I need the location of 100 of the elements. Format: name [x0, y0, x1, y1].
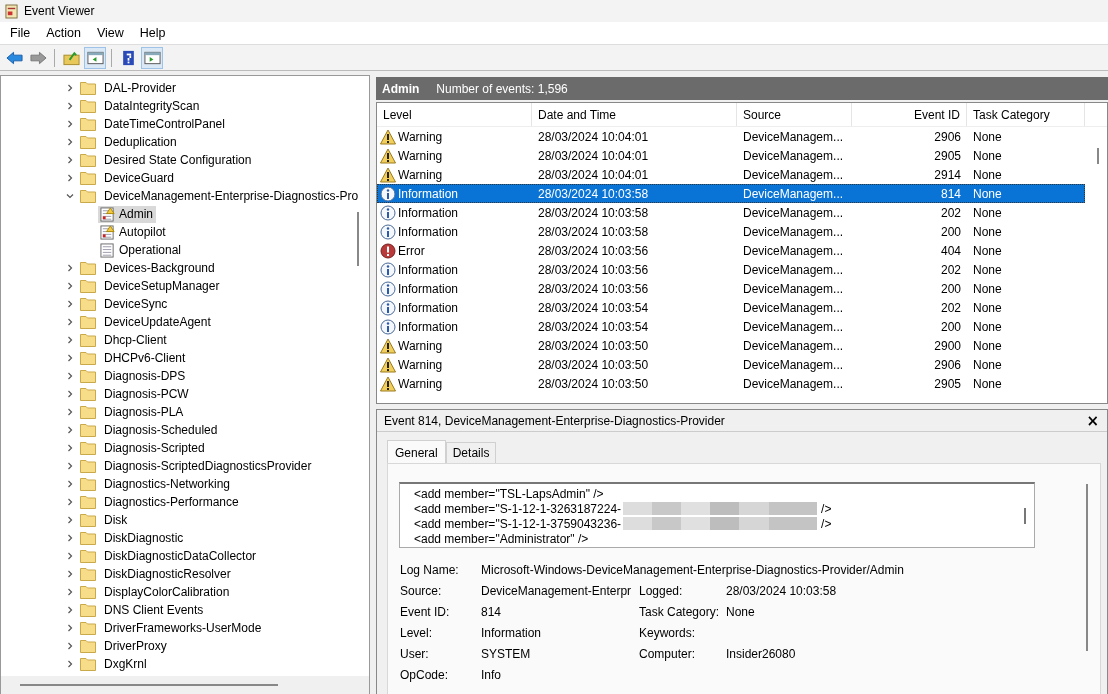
chevron-right-icon[interactable]	[66, 534, 74, 542]
tree-item[interactable]: DriverProxy	[1, 637, 369, 655]
chevron-right-icon[interactable]	[66, 390, 74, 398]
tree-item[interactable]: DiskDiagnosticResolver	[1, 565, 369, 583]
tree-item[interactable]: DataIntegrityScan	[1, 97, 369, 115]
chevron-right-icon[interactable]	[66, 138, 74, 146]
chevron-right-icon[interactable]	[66, 480, 74, 488]
tree-item[interactable]: DeviceManagement-Enterprise-Diagnostics-Pro	[1, 187, 369, 205]
event-row[interactable]: Information 28/03/2024 10:03:56 DeviceManagem... 202 None	[377, 260, 1085, 279]
chevron-right-icon[interactable]	[66, 408, 74, 416]
scrollbar-thumb[interactable]	[1024, 508, 1026, 524]
table-cell-text: 28/03/2024 10:03:56	[537, 281, 650, 296]
tree-item[interactable]: DriverFrameworks-UserMode	[1, 619, 369, 637]
column-header[interactable]: Level	[377, 103, 532, 126]
chevron-right-icon[interactable]	[66, 354, 74, 362]
chevron-right-icon[interactable]	[66, 624, 74, 632]
tree-item[interactable]: DiskDiagnostic	[1, 529, 369, 547]
chevron-right-icon[interactable]	[66, 606, 74, 614]
close-button[interactable]: ×	[1084, 411, 1101, 430]
warning-icon	[380, 166, 396, 183]
chevron-right-icon[interactable]	[66, 660, 74, 668]
tree-item[interactable]: Desired State Configuration	[1, 151, 369, 169]
tree-item[interactable]: DNS Client Events	[1, 601, 369, 619]
menu-item[interactable]: Help	[133, 26, 172, 40]
tree-item[interactable]: DeviceUpdateAgent	[1, 313, 369, 331]
event-row[interactable]: Error 28/03/2024 10:03:56 DeviceManagem... 404 None	[377, 241, 1085, 260]
tree-item[interactable]: Diagnosis-Scheduled	[1, 421, 369, 439]
menu-item[interactable]: Action	[40, 26, 87, 40]
chevron-right-icon[interactable]	[66, 462, 74, 470]
chevron-right-icon[interactable]	[66, 444, 74, 452]
column-header[interactable]: Source	[737, 103, 852, 126]
tree-item[interactable]: DeviceGuard	[1, 169, 369, 187]
chevron-right-icon[interactable]	[66, 318, 74, 326]
chevron-down-icon[interactable]	[66, 192, 74, 200]
scrollbar-thumb[interactable]	[1086, 484, 1088, 651]
event-row[interactable]: Warning 28/03/2024 10:03:50 DeviceManagem... 2906 None	[377, 355, 1085, 374]
scrollbar-track[interactable]	[1, 676, 369, 694]
tree-item[interactable]: DHCPv6-Client	[1, 349, 369, 367]
chevron-right-icon[interactable]	[66, 174, 74, 182]
event-row[interactable]: Information 28/03/2024 10:03:54 DeviceManagem... 202 None	[377, 298, 1085, 317]
event-row[interactable]: Information 28/03/2024 10:03:54 DeviceManagem... 200 None	[377, 317, 1085, 336]
tab[interactable]: Details	[445, 442, 497, 463]
event-row[interactable]: Warning 28/03/2024 10:04:01 DeviceManagem... 2914 None	[377, 165, 1085, 184]
tree-item[interactable]: Dhcp-Client	[1, 331, 369, 349]
xml-line: <add member="S-1-12-1-3759043236-	[414, 516, 622, 531]
chevron-right-icon[interactable]	[66, 102, 74, 110]
chevron-right-icon[interactable]	[66, 552, 74, 560]
tree-item[interactable]: DateTimeControlPanel	[1, 115, 369, 133]
scrollbar-thumb[interactable]	[1097, 148, 1099, 164]
column-header[interactable]: Date and Time	[532, 103, 737, 126]
tree-item[interactable]: Diagnosis-Scripted	[1, 439, 369, 457]
chevron-right-icon[interactable]	[66, 336, 74, 344]
tree-item[interactable]: Diagnosis-PLA	[1, 403, 369, 421]
event-row[interactable]: Warning 28/03/2024 10:03:50 DeviceManagem... 2900 None	[377, 336, 1085, 355]
menu-item[interactable]: View	[90, 26, 130, 40]
tree-item[interactable]: DxgKrnl	[1, 655, 369, 673]
tree-item[interactable]: Diagnostics-Performance	[1, 493, 369, 511]
chevron-right-icon[interactable]	[66, 84, 74, 92]
chevron-right-icon[interactable]	[66, 300, 74, 308]
chevron-right-icon[interactable]	[66, 426, 74, 434]
scrollbar-thumb[interactable]	[20, 684, 278, 686]
tree-item[interactable]: Operational	[1, 241, 369, 259]
chevron-right-icon[interactable]	[66, 372, 74, 380]
tree-item[interactable]: Disk	[1, 511, 369, 529]
event-row[interactable]: Warning 28/03/2024 10:04:01 DeviceManagem... 2906 None	[377, 127, 1085, 146]
chevron-right-icon[interactable]	[66, 282, 74, 290]
event-row[interactable]: Information 28/03/2024 10:03:58 DeviceManagem... 200 None	[377, 222, 1085, 241]
chevron-right-icon[interactable]	[66, 642, 74, 650]
tree-item[interactable]: DeviceSetupManager	[1, 277, 369, 295]
tree-item[interactable]: Diagnosis-PCW	[1, 385, 369, 403]
event-row[interactable]: Information 28/03/2024 10:03:56 DeviceManagem... 200 None	[377, 279, 1085, 298]
tree-item[interactable]: DAL-Provider	[1, 79, 369, 97]
chevron-right-icon[interactable]	[66, 120, 74, 128]
event-row[interactable]: Information 28/03/2024 10:03:58 DeviceManagem... 202 None	[377, 203, 1085, 222]
event-row[interactable]: Warning 28/03/2024 10:03:50 DeviceManagem... 2905 None	[377, 374, 1085, 393]
scrollbar-thumb[interactable]	[357, 212, 359, 266]
tree-item[interactable]: Diagnosis-DPS	[1, 367, 369, 385]
tree-item[interactable]: Diagnostics-Networking	[1, 475, 369, 493]
tree-item[interactable]: Diagnosis-ScriptedDiagnosticsProvider	[1, 457, 369, 475]
event-row[interactable]: Warning 28/03/2024 10:04:01 DeviceManagem... 2905 None	[377, 146, 1085, 165]
column-header[interactable]: Task Category	[967, 103, 1085, 126]
pane-toggle-button[interactable]	[141, 46, 163, 69]
menu-item[interactable]: File	[4, 26, 37, 40]
chevron-right-icon[interactable]	[66, 264, 74, 272]
tree-item[interactable]: Admin	[1, 205, 369, 223]
chevron-right-icon[interactable]	[66, 570, 74, 578]
tree-item[interactable]: DiskDiagnosticDataCollector	[1, 547, 369, 565]
chevron-right-icon[interactable]	[66, 588, 74, 596]
tree-item[interactable]: DeviceSync	[1, 295, 369, 313]
chevron-right-icon[interactable]	[66, 156, 74, 164]
event-row[interactable]: Information 28/03/2024 10:03:58 DeviceManagem... 814 None	[377, 184, 1085, 203]
tree-item[interactable]: Autopilot	[1, 223, 369, 241]
chevron-right-icon[interactable]	[66, 516, 74, 524]
tree-item[interactable]: Devices-Background	[1, 259, 369, 277]
tab[interactable]: General	[387, 440, 446, 463]
chevron-right-icon[interactable]	[66, 498, 74, 506]
tree-item[interactable]: DisplayColorCalibration	[1, 583, 369, 601]
column-header[interactable]: Event ID	[852, 103, 967, 126]
tree-item[interactable]: Deduplication	[1, 133, 369, 151]
pane-toggle-button[interactable]	[84, 46, 106, 69]
